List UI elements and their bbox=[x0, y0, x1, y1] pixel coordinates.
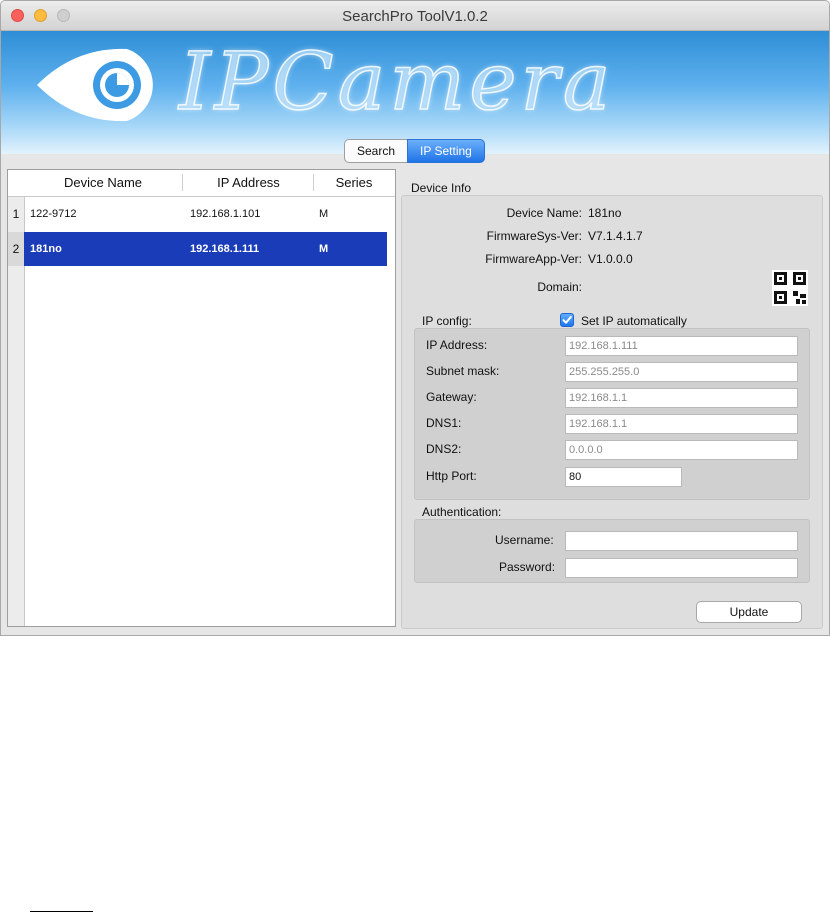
footnote-rule bbox=[30, 911, 93, 912]
tab-search[interactable]: Search bbox=[344, 139, 408, 163]
ip-config-heading: IP config: bbox=[422, 314, 472, 328]
update-button[interactable]: Update bbox=[696, 601, 802, 623]
password-field[interactable] bbox=[565, 558, 798, 578]
firmware-sys-value: V7.1.4.1.7 bbox=[588, 229, 643, 243]
authentication-heading: Authentication: bbox=[422, 505, 502, 519]
gateway-field[interactable]: 192.168.1.1 bbox=[565, 388, 798, 408]
table-row-selected[interactable]: 2 181no 192.168.1.111 M bbox=[8, 232, 395, 266]
http-port-label: Http Port: bbox=[426, 469, 477, 483]
series-cell: M bbox=[319, 208, 329, 220]
ip-config-box: IP Address: 192.168.1.111 Subnet mask: 2… bbox=[414, 328, 810, 500]
firmware-app-value: V1.0.0.0 bbox=[588, 252, 633, 266]
row-number: 2 bbox=[8, 232, 24, 266]
checkmark-icon bbox=[562, 316, 572, 324]
device-info-heading: Device Info bbox=[411, 181, 472, 195]
firmware-app-label: FirmwareApp-Ver: bbox=[485, 252, 582, 266]
dns1-field[interactable]: 192.168.1.1 bbox=[565, 414, 798, 434]
firmware-sys-label: FirmwareSys-Ver: bbox=[486, 229, 582, 243]
device-name-value: 181no bbox=[588, 206, 622, 220]
device-table: Device Name IP Address Series 1 122-9712… bbox=[7, 169, 396, 627]
qr-code-icon[interactable] bbox=[772, 270, 808, 306]
table-row[interactable]: 1 122-9712 192.168.1.101 M bbox=[8, 197, 395, 231]
ip-address-cell: 192.168.1.101 bbox=[190, 208, 261, 220]
ip-camera-banner: IPCamera bbox=[1, 31, 829, 154]
dns2-field[interactable]: 0.0.0.0 bbox=[565, 440, 798, 460]
gateway-label: Gateway: bbox=[426, 390, 477, 404]
password-label: Password: bbox=[499, 560, 556, 574]
domain-label: Domain: bbox=[537, 280, 582, 294]
subnet-mask-label: Subnet mask: bbox=[426, 364, 500, 378]
device-info-box: Device Name: 181no FirmwareSys-Ver: V7.1… bbox=[401, 195, 823, 629]
column-header-series[interactable]: Series bbox=[314, 175, 394, 190]
dns1-label: DNS1: bbox=[426, 416, 462, 430]
username-label: Username: bbox=[495, 533, 554, 547]
ip-address-field[interactable]: 192.168.1.111 bbox=[565, 336, 798, 356]
banner-wordmark: IPCamera bbox=[178, 34, 615, 129]
window-title: SearchPro ToolV1.0.2 bbox=[342, 8, 488, 25]
title-bar[interactable]: SearchPro ToolV1.0.2 bbox=[1, 1, 829, 31]
table-header: Device Name IP Address Series bbox=[8, 170, 395, 197]
ip-address-label: IP Address: bbox=[426, 338, 488, 352]
device-name-cell: 122-9712 bbox=[30, 208, 77, 220]
row-number: 1 bbox=[12, 207, 20, 221]
tab-bar: Search IP Setting bbox=[344, 139, 485, 163]
column-header-device-name[interactable]: Device Name bbox=[24, 175, 182, 190]
column-header-ip-address[interactable]: IP Address bbox=[183, 175, 314, 190]
set-ip-auto-label[interactable]: Set IP automatically bbox=[581, 314, 687, 328]
username-field[interactable] bbox=[565, 531, 798, 551]
device-info-panel: Device Info Device Name: 181no FirmwareS… bbox=[401, 173, 825, 629]
ip-address-cell: 192.168.1.111 bbox=[190, 243, 260, 255]
device-name-label: Device Name: bbox=[506, 206, 582, 220]
dns2-label: DNS2: bbox=[426, 442, 462, 456]
tab-ip-setting[interactable]: IP Setting bbox=[407, 139, 485, 163]
eye-logo-icon bbox=[37, 48, 153, 122]
app-window: SearchPro ToolV1.0.2 IPCamera Search IP … bbox=[0, 0, 830, 636]
series-cell: M bbox=[319, 243, 329, 255]
http-port-field[interactable]: 80 bbox=[565, 467, 682, 487]
subnet-mask-field[interactable]: 255.255.255.0 bbox=[565, 362, 798, 382]
authentication-box: Username: Password: bbox=[414, 519, 810, 583]
device-name-cell: 181no bbox=[30, 243, 62, 255]
set-ip-auto-checkbox[interactable] bbox=[560, 313, 574, 327]
